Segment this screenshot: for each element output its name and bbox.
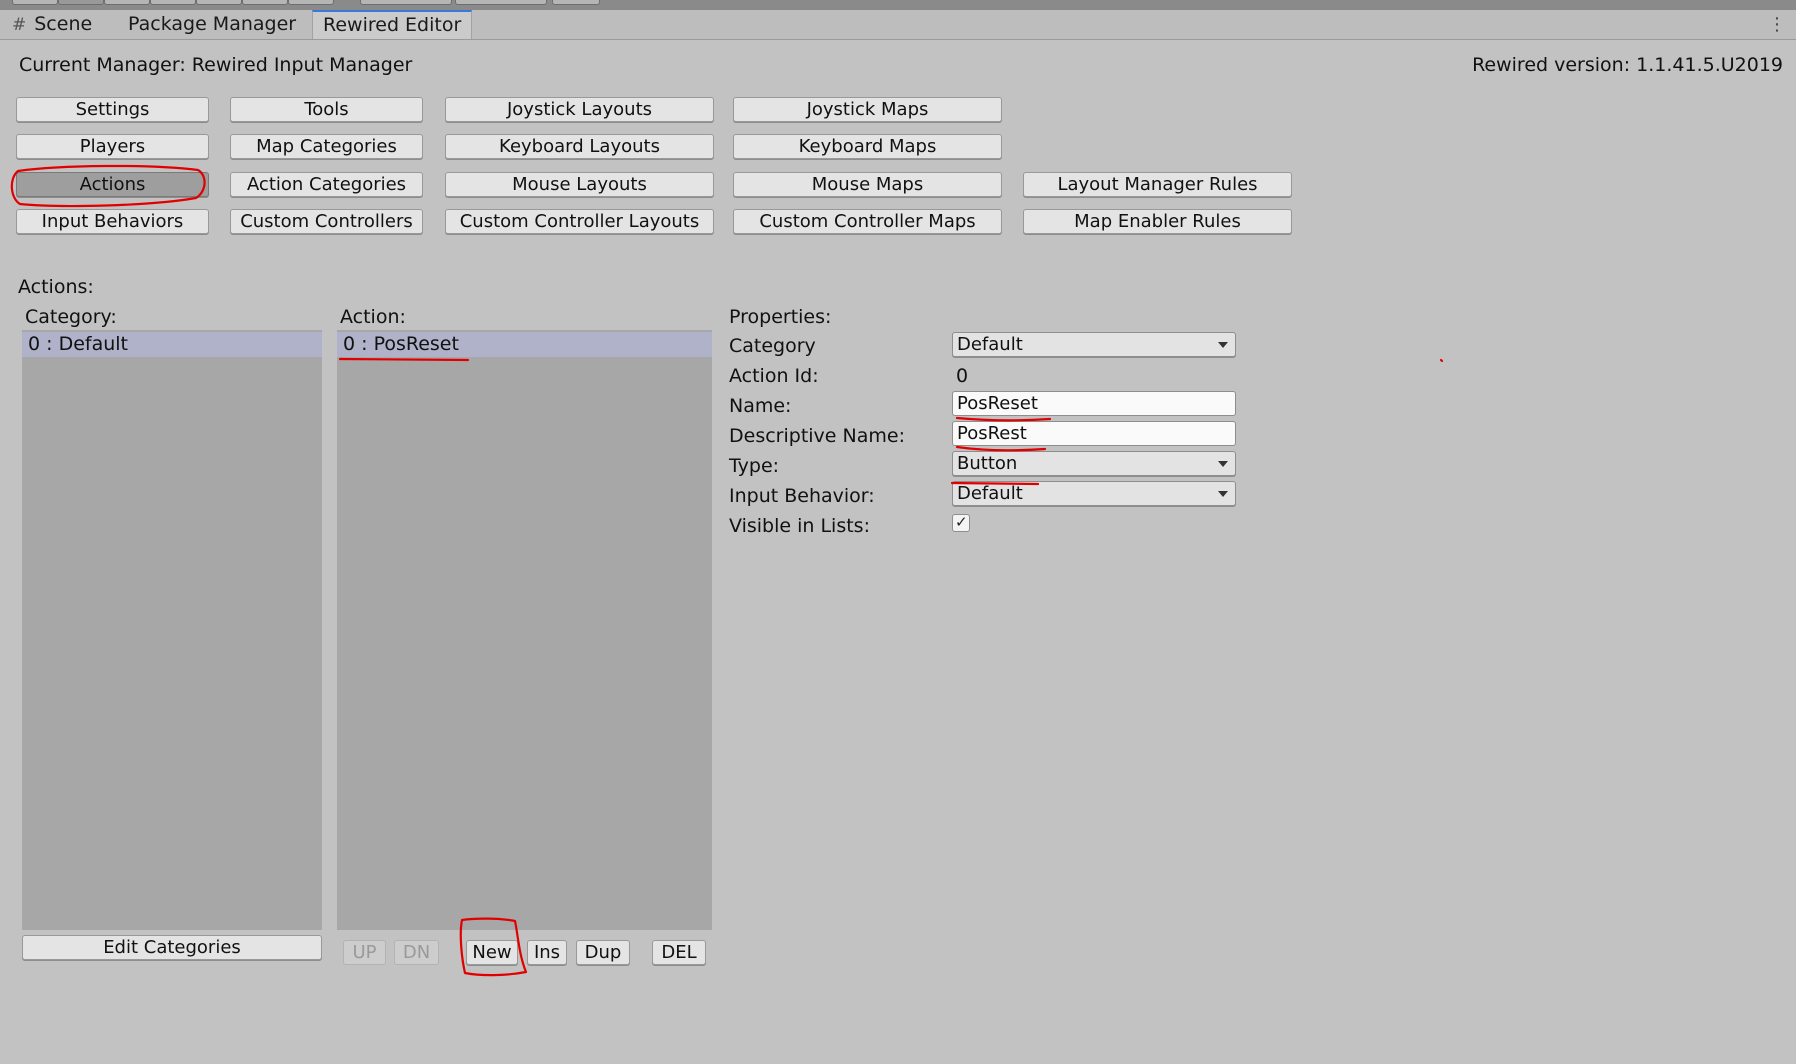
- toolbar-button[interactable]: [150, 0, 196, 5]
- action-categories-button[interactable]: Action Categories: [230, 172, 423, 197]
- list-item[interactable]: 0 : Default: [22, 332, 322, 357]
- keyboard-layouts-button[interactable]: Keyboard Layouts: [445, 134, 714, 159]
- move-up-button[interactable]: UP: [343, 940, 386, 965]
- new-action-button[interactable]: New: [466, 940, 518, 965]
- keyboard-maps-button[interactable]: Keyboard Maps: [733, 134, 1002, 159]
- annotation-dot: [1439, 358, 1444, 363]
- custom-controller-layouts-button[interactable]: Custom Controller Layouts: [445, 209, 714, 234]
- tab-rewired-editor[interactable]: Rewired Editor: [312, 10, 473, 39]
- tools-button[interactable]: Tools: [230, 97, 423, 122]
- name-input[interactable]: PosReset: [952, 391, 1236, 416]
- input-behavior-select[interactable]: Default: [952, 481, 1236, 506]
- descriptive-name-input[interactable]: PosRest: [952, 421, 1236, 446]
- action-id-value: 0: [956, 365, 969, 387]
- input-behavior-label: Input Behavior:: [729, 485, 875, 507]
- toolbar-button[interactable]: [196, 0, 242, 5]
- category-property-label: Category: [729, 335, 816, 357]
- tab-package-manager[interactable]: Package Manager: [118, 10, 306, 39]
- duplicate-action-button[interactable]: Dup: [576, 940, 630, 965]
- top-toolbar-strip: [0, 0, 1796, 10]
- toolbar-button[interactable]: [455, 0, 547, 5]
- list-item[interactable]: 0 : PosReset: [337, 332, 712, 357]
- players-button[interactable]: Players: [16, 134, 209, 159]
- mouse-layouts-button[interactable]: Mouse Layouts: [445, 172, 714, 197]
- category-heading: Category:: [25, 306, 117, 328]
- dropdown-arrow-icon: [1218, 342, 1228, 348]
- grid-hash-icon: #: [12, 15, 27, 35]
- toolbar-button[interactable]: [288, 0, 334, 5]
- more-options-icon[interactable]: ⋮: [1768, 14, 1786, 35]
- dropdown-arrow-icon: [1218, 491, 1228, 497]
- visible-in-lists-label: Visible in Lists:: [729, 515, 870, 537]
- action-id-label: Action Id:: [729, 365, 819, 387]
- joystick-maps-button[interactable]: Joystick Maps: [733, 97, 1002, 122]
- toolbar-button[interactable]: [242, 0, 288, 5]
- toolbar-button[interactable]: [360, 0, 452, 5]
- properties-heading: Properties:: [729, 306, 832, 328]
- action-list[interactable]: 0 : PosReset: [337, 330, 712, 930]
- toolbar-button[interactable]: [104, 0, 150, 5]
- joystick-layouts-button[interactable]: Joystick Layouts: [445, 97, 714, 122]
- name-label: Name:: [729, 395, 792, 417]
- actions-button[interactable]: Actions: [16, 172, 209, 197]
- toolbar-button[interactable]: [552, 0, 600, 5]
- type-select[interactable]: Button: [952, 451, 1236, 476]
- layout-manager-rules-button[interactable]: Layout Manager Rules: [1023, 172, 1292, 197]
- type-label: Type:: [729, 455, 780, 477]
- descriptive-name-label: Descriptive Name:: [729, 425, 905, 447]
- action-heading: Action:: [340, 306, 406, 328]
- checkmark-icon: ✓: [955, 513, 968, 531]
- toolbar-button[interactable]: [12, 0, 58, 5]
- tab-scene[interactable]: # Scene: [2, 10, 102, 39]
- map-enabler-rules-button[interactable]: Map Enabler Rules: [1023, 209, 1292, 234]
- dropdown-arrow-icon: [1218, 461, 1228, 467]
- settings-button[interactable]: Settings: [16, 97, 209, 122]
- delete-action-button[interactable]: DEL: [652, 940, 706, 965]
- custom-controllers-button[interactable]: Custom Controllers: [230, 209, 423, 234]
- visible-in-lists-checkbox[interactable]: ✓: [952, 513, 970, 532]
- input-behaviors-button[interactable]: Input Behaviors: [16, 209, 209, 234]
- custom-controller-maps-button[interactable]: Custom Controller Maps: [733, 209, 1002, 234]
- annotation-underline-descriptive-name: [955, 445, 1047, 452]
- tab-bar: # Scene Package Manager Rewired Editor ⋮: [0, 10, 1796, 40]
- edit-categories-button[interactable]: Edit Categories: [22, 935, 322, 960]
- section-title: Actions:: [18, 276, 94, 298]
- mouse-maps-button[interactable]: Mouse Maps: [733, 172, 1002, 197]
- category-list[interactable]: 0 : Default: [22, 330, 322, 930]
- insert-action-button[interactable]: Ins: [527, 940, 567, 965]
- toolbar-button[interactable]: [58, 0, 104, 5]
- move-down-button[interactable]: DN: [394, 940, 439, 965]
- map-categories-button[interactable]: Map Categories: [230, 134, 423, 159]
- version-label: Rewired version: 1.1.41.5.U2019: [1472, 54, 1783, 76]
- category-select[interactable]: Default: [952, 332, 1236, 357]
- current-manager-label: Current Manager: Rewired Input Manager: [19, 54, 413, 76]
